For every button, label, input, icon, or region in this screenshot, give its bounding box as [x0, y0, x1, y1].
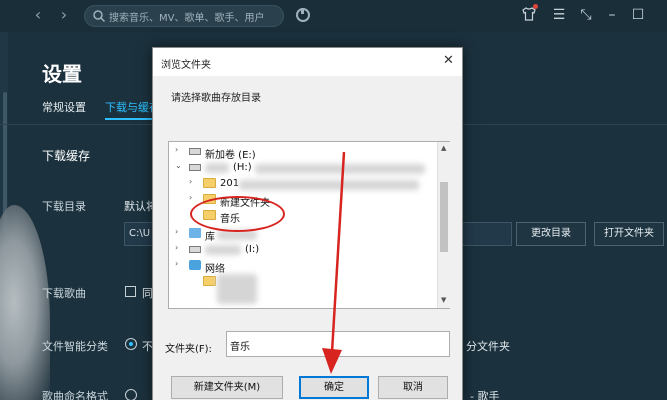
download-lyrics-checkbox[interactable] — [125, 286, 136, 297]
ok-button[interactable]: 确定 — [299, 376, 369, 399]
maximize-icon[interactable]: ☐ — [629, 6, 647, 24]
page-title: 设置 — [42, 62, 82, 86]
tree-item-drive-h[interactable]: ⌄ (H:) — [175, 160, 430, 176]
search-input[interactable]: 搜索音乐、MV、歌单、歌手、用户 — [84, 5, 284, 27]
tree-item-network[interactable]: › 网络 — [175, 258, 430, 275]
close-icon[interactable]: ✕ — [443, 53, 454, 68]
scroll-down-icon[interactable]: ▼ — [441, 296, 446, 304]
tree-item-label: (I:) — [245, 244, 260, 255]
tree-item-drive-i[interactable]: › (I:) — [175, 242, 430, 258]
tree-item-label: 库 — [205, 232, 215, 243]
chevron-right-icon[interactable]: › — [189, 193, 192, 202]
folder-field-value: 音乐 — [230, 342, 250, 353]
smart-classify-label: 文件智能分类 — [42, 340, 108, 353]
network-icon — [189, 260, 201, 270]
naming-format-label: 歌曲命名格式 — [42, 390, 108, 400]
tree-scrollbar[interactable]: ▲ ▼ — [437, 142, 450, 308]
top-bar: ‹ › 搜索音乐、MV、歌单、歌手、用户 ☰ ⤡ – ☐ — [0, 0, 667, 32]
tree-item-label: 网络 — [205, 264, 225, 275]
dialog-prompt: 请选择歌曲存放目录 — [171, 93, 261, 104]
drive-icon — [189, 148, 201, 155]
search-icon — [93, 10, 106, 23]
library-icon — [189, 228, 201, 238]
scroll-up-icon[interactable]: ▲ — [441, 144, 446, 152]
section-title: 下载缓存 — [42, 149, 91, 163]
download-dir-label: 下载目录 — [42, 200, 86, 213]
chevron-down-icon[interactable]: ⌄ — [175, 161, 182, 170]
menu-icon[interactable]: ☰ — [550, 6, 568, 24]
chevron-right-icon[interactable]: › — [175, 145, 178, 154]
scrollbar-thumb[interactable] — [440, 182, 448, 252]
tab-general[interactable]: 常规设置 — [42, 99, 86, 115]
notification-dot — [533, 4, 538, 9]
redacted-drive-name — [205, 163, 229, 173]
minimize-icon[interactable]: – — [603, 6, 621, 24]
music-app-window: ‹ › 搜索音乐、MV、歌单、歌手、用户 ☰ ⤡ – ☐ 设置 常规设置 下载与… — [0, 0, 667, 400]
highlight-ellipse — [190, 196, 285, 232]
red-arrow-annotation — [322, 152, 346, 374]
tree-item-label: (H:) — [233, 162, 252, 173]
tree-item-folder-201[interactable]: › 201 — [189, 176, 429, 192]
tree-item-label: 201 — [220, 178, 240, 189]
chevron-right-icon[interactable]: › — [56, 6, 72, 24]
naming-format-radio[interactable] — [125, 389, 137, 400]
change-dir-button[interactable]: 更改目录 — [516, 222, 586, 246]
new-folder-button[interactable]: 新建文件夹(M) — [171, 376, 283, 399]
chevron-right-icon[interactable]: › — [189, 177, 192, 186]
download-dir-value: C:\U — [129, 228, 151, 239]
naming-format-tail: - 歌手 — [470, 390, 500, 400]
mini-mode-icon[interactable]: ⤡ — [577, 6, 595, 24]
redacted-blur — [217, 274, 257, 304]
tree-item-label: 新加卷 (E:) — [205, 150, 256, 161]
chevron-right-icon[interactable]: › — [175, 243, 178, 252]
tree-item-drive-e[interactable]: › 新加卷 (E:) — [175, 144, 430, 161]
chevron-left-icon[interactable]: ‹ — [30, 6, 46, 24]
chevron-right-icon[interactable]: › — [175, 227, 178, 236]
search-placeholder: 搜索音乐、MV、歌单、歌手、用户 — [109, 13, 265, 24]
open-folder-button[interactable]: 打开文件夹 — [594, 222, 664, 246]
cancel-button[interactable]: 取消 — [378, 376, 448, 399]
background-artwork — [0, 205, 50, 400]
tree-item-blurred[interactable] — [189, 274, 429, 304]
smart-classify-radio[interactable] — [125, 338, 137, 350]
dialog-title: 浏览文件夹 — [161, 60, 211, 71]
folder-field-label: 文件夹(F): — [165, 344, 212, 355]
refresh-icon[interactable] — [296, 8, 310, 22]
folder-icon — [203, 178, 216, 188]
folder-icon — [203, 276, 216, 286]
drive-icon — [189, 246, 201, 253]
drive-icon — [189, 164, 201, 171]
chevron-right-icon[interactable]: › — [175, 259, 178, 268]
redacted-drive-name — [205, 245, 241, 255]
download-lyrics-label: 下载歌曲 — [42, 287, 86, 300]
active-tab-indicator — [105, 118, 153, 120]
smart-classify-tail: 分文件夹 — [466, 340, 510, 353]
